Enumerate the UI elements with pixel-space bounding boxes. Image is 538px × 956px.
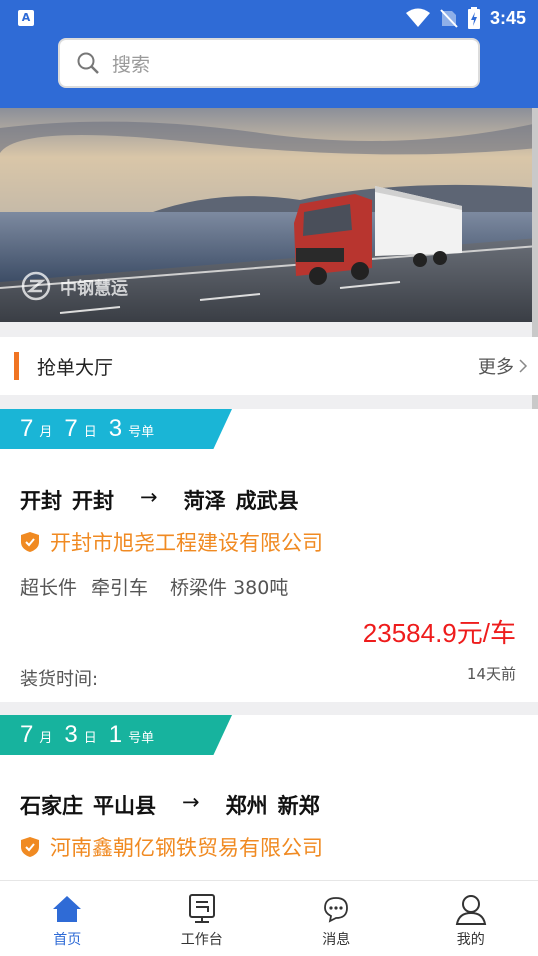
- vehicle-type: 牵引车: [91, 577, 149, 599]
- order-route: 开封 开封 → 菏泽 成武县: [20, 485, 299, 515]
- order-price: 23584.9元/车: [362, 618, 516, 648]
- app-badge-icon: A: [18, 10, 34, 26]
- order-card[interactable]: 7月 3日 1 号单 石家庄 平山县 → 郑州 新郑 河南鑫朝亿钢铁贸易有限公司: [0, 715, 538, 880]
- shield-icon: [21, 532, 39, 552]
- destination-city: 郑州: [225, 794, 268, 818]
- top-header: A 3:45 搜索: [0, 0, 538, 108]
- tab-home[interactable]: 首页: [0, 881, 135, 956]
- banner-brand-text: 中钢慧运: [60, 278, 128, 299]
- load-time-label: 装货时间:: [20, 669, 99, 690]
- more-label: 更多: [478, 357, 514, 378]
- tab-workbench[interactable]: 工作台: [135, 881, 270, 956]
- more-link[interactable]: 更多: [478, 353, 528, 379]
- no-sim-icon: [440, 9, 458, 28]
- section-marker: [14, 352, 19, 380]
- banner-carousel[interactable]: 中钢慧运: [0, 108, 538, 322]
- tab-workbench-label: 工作台: [180, 932, 223, 948]
- search-bar[interactable]: 搜索: [60, 40, 478, 86]
- order-date-tag: 7月 3日 1 号单: [0, 715, 232, 755]
- origin-city: 石家庄: [20, 794, 83, 818]
- company-name: 河南鑫朝亿钢铁贸易有限公司: [50, 836, 323, 860]
- tab-profile-label: 我的: [456, 932, 485, 948]
- cargo-type: 超长件: [20, 577, 78, 599]
- cargo-weight: 桥梁件 380吨: [170, 577, 289, 599]
- destination-district: 新郑: [277, 794, 320, 818]
- home-icon: [53, 896, 82, 922]
- tab-profile[interactable]: 我的: [404, 881, 538, 956]
- route-arrow: →: [140, 485, 158, 509]
- chevron-right-icon: [519, 359, 528, 373]
- status-bar: A 3:45: [0, 0, 538, 36]
- origin-district: 开封: [72, 489, 114, 513]
- route-arrow: →: [182, 790, 200, 814]
- order-route: 石家庄 平山县 → 郑州 新郑: [20, 790, 320, 820]
- wifi-icon: [405, 8, 430, 27]
- section-title: 抢单大厅: [37, 356, 114, 379]
- origin-district: 平山县: [93, 794, 156, 818]
- posted-time: 14天前: [466, 665, 516, 683]
- brand-logo-icon: [21, 271, 51, 301]
- user-icon: [455, 895, 486, 925]
- message-icon: [324, 897, 349, 923]
- shield-icon: [21, 837, 39, 857]
- destination-district: 成武县: [235, 489, 299, 513]
- destination-city: 菏泽: [183, 489, 226, 513]
- company-name: 开封市旭尧工程建设有限公司: [50, 531, 323, 555]
- search-placeholder: 搜索: [112, 53, 151, 76]
- tab-messages-label: 消息: [322, 932, 351, 948]
- origin-city: 开封: [20, 489, 62, 513]
- banner-brand: 中钢慧运: [20, 270, 128, 302]
- company-row: 开封市旭尧工程建设有限公司: [20, 527, 323, 557]
- order-hall-header: 抢单大厅 更多: [0, 337, 538, 395]
- workbench-icon: [188, 894, 215, 923]
- tab-home-label: 首页: [53, 932, 82, 948]
- status-time: 3:45: [489, 7, 526, 28]
- search-icon: [77, 52, 99, 74]
- tab-messages[interactable]: 消息: [269, 881, 404, 956]
- order-card[interactable]: 7月 7日 3 号单 开封 开封 → 菏泽 成武县 开封市旭尧工程建设有限公司 超…: [0, 409, 538, 702]
- cargo-info: 超长件 牵引车 桥梁件 380吨: [20, 573, 288, 600]
- order-date-tag: 7月 7日 3 号单: [0, 409, 232, 449]
- company-row: 河南鑫朝亿钢铁贸易有限公司: [20, 832, 323, 862]
- battery-icon: [467, 7, 480, 29]
- bottom-tab-bar: 首页 工作台 消息 我的: [0, 880, 538, 956]
